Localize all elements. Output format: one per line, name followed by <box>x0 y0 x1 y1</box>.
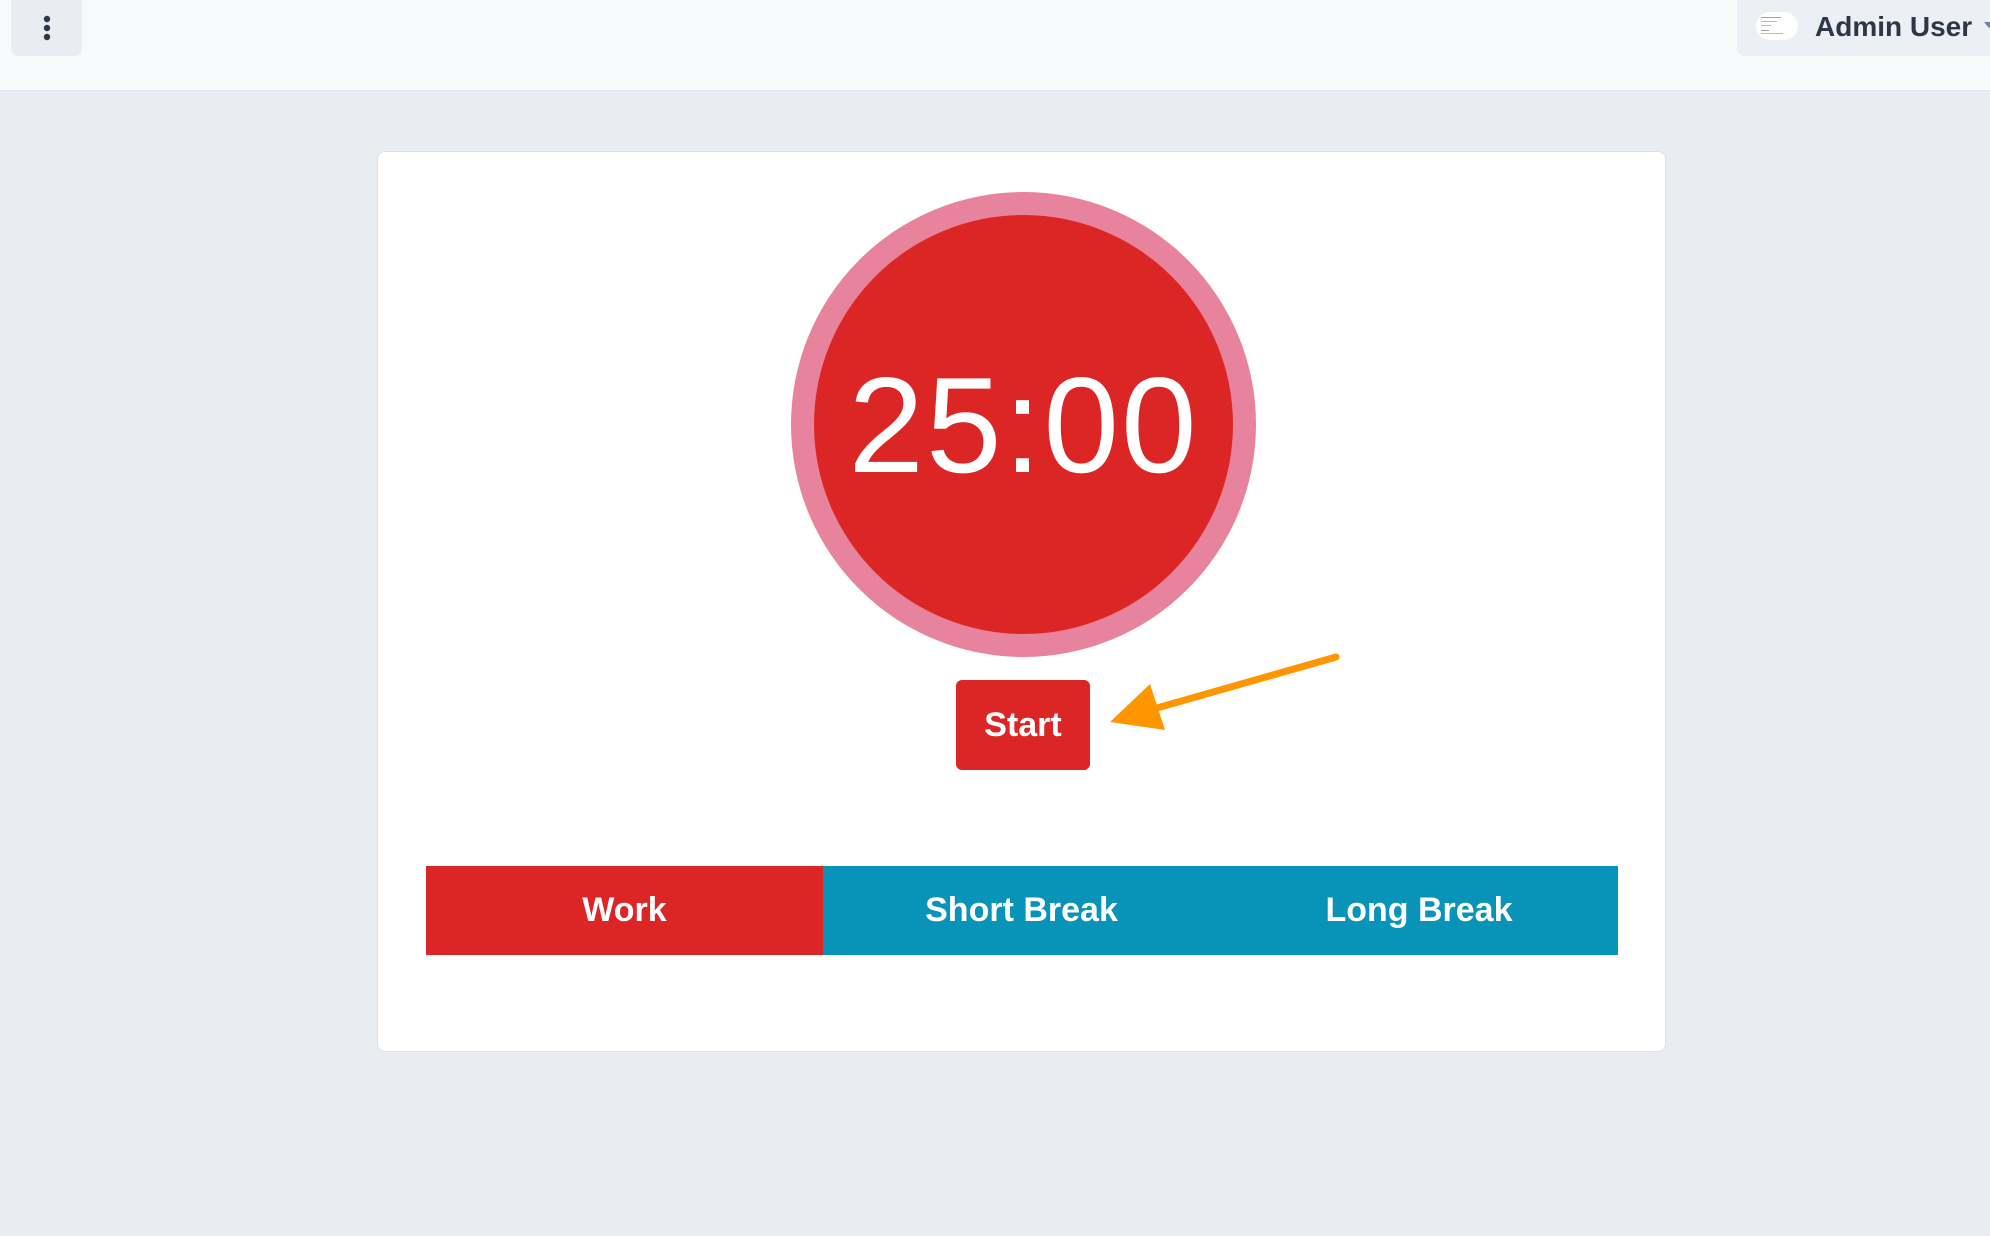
user-name: Admin User <box>1815 11 1973 42</box>
mode-short-break-button[interactable]: Short Break <box>823 866 1220 955</box>
top-bar: Admin User <box>0 0 1990 91</box>
avatar-icon <box>1756 12 1798 40</box>
mode-work-button[interactable]: Work <box>426 866 823 955</box>
mode-long-break-button[interactable]: Long Break <box>1220 866 1618 955</box>
timer-display: 25:00 <box>848 348 1199 501</box>
mode-selector: Work Short Break Long Break <box>426 866 1618 955</box>
kebab-menu-icon <box>43 15 50 41</box>
user-menu[interactable]: Admin User <box>1737 0 1990 56</box>
start-button[interactable]: Start <box>956 680 1090 770</box>
timer-card: 25:00 Start Work Short Break Long Break <box>377 151 1666 1052</box>
timer-circle: 25:00 <box>814 215 1233 634</box>
kebab-menu-button[interactable] <box>11 0 82 56</box>
chevron-down-icon <box>1984 22 1990 28</box>
